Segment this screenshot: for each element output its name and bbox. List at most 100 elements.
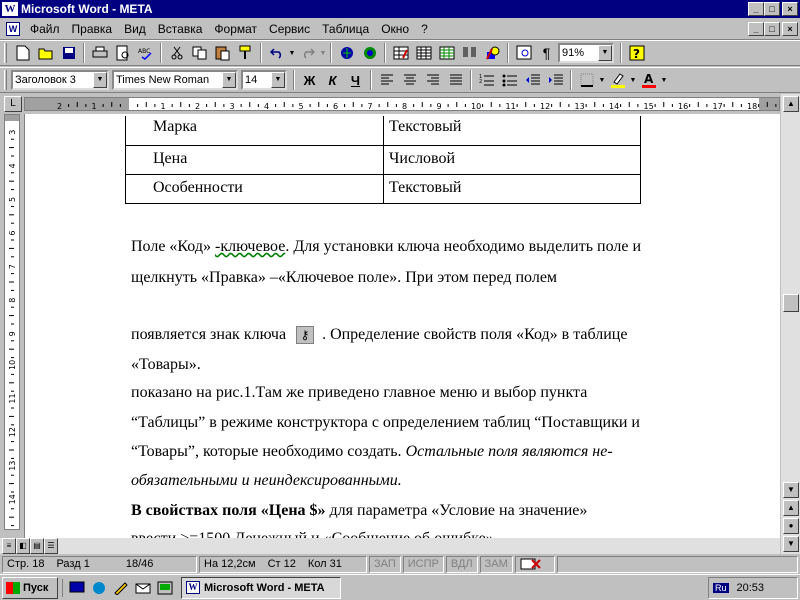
show-hide-icon[interactable]: ¶: [535, 42, 558, 64]
toolbar-grip[interactable]: [4, 70, 7, 90]
chevron-down-icon[interactable]: ▼: [93, 72, 107, 88]
previous-page-button[interactable]: ▲: [783, 500, 799, 516]
normal-view-button[interactable]: ≡: [2, 538, 16, 554]
increase-indent-icon[interactable]: [544, 69, 567, 91]
spelling-status-icon[interactable]: [514, 555, 555, 573]
decrease-indent-icon[interactable]: [521, 69, 544, 91]
channels-icon[interactable]: [155, 579, 175, 597]
new-icon[interactable]: [11, 42, 34, 64]
font-size-select[interactable]: 14 ▼: [241, 70, 287, 90]
chevron-down-icon[interactable]: ▼: [271, 72, 285, 88]
vertical-ruler[interactable]: 3 4 5 6 7 8 9 10 11 12 13 14: [4, 114, 20, 530]
borders-dropdown-icon[interactable]: ▼: [598, 69, 606, 91]
style-select[interactable]: Заголовок 3 ▼: [11, 70, 109, 90]
table-cell[interactable]: Текстовый: [383, 116, 641, 146]
redo-dropdown-icon[interactable]: ▼: [319, 42, 327, 64]
doc-close-button[interactable]: ×: [782, 22, 798, 36]
zoom-select[interactable]: 91% ▼: [558, 43, 614, 63]
scroll-up-button[interactable]: ▲: [783, 96, 799, 112]
explorer-icon[interactable]: [89, 579, 109, 597]
document-icon[interactable]: W: [6, 21, 20, 36]
menu-window[interactable]: Окно: [375, 22, 415, 36]
outlook-icon[interactable]: [133, 579, 153, 597]
menu-format[interactable]: Формат: [208, 22, 263, 36]
insert-excel-icon[interactable]: [435, 42, 458, 64]
table-cell[interactable]: Числовой: [383, 144, 641, 175]
highlight-dropdown-icon[interactable]: ▼: [629, 69, 637, 91]
document-page[interactable]: Марка Текстовый Цена Числовой Особенност…: [24, 114, 780, 538]
tab-stop-selector[interactable]: L: [4, 96, 22, 112]
next-page-button[interactable]: ▼: [783, 536, 799, 552]
start-button[interactable]: Пуск: [2, 576, 58, 599]
edit-icon[interactable]: [111, 579, 131, 597]
table-cell[interactable]: Особенности: [125, 173, 384, 204]
maximize-button[interactable]: □: [764, 2, 780, 16]
menu-edit[interactable]: Правка: [66, 22, 119, 36]
table-cell[interactable]: Марка: [125, 116, 384, 146]
menu-view[interactable]: Вид: [118, 22, 152, 36]
redo-icon[interactable]: [296, 42, 319, 64]
help-icon[interactable]: ?: [625, 42, 648, 64]
clock[interactable]: 20:53: [737, 582, 765, 594]
print-icon[interactable]: [88, 42, 111, 64]
menu-tools[interactable]: Сервис: [263, 22, 316, 36]
status-rec[interactable]: ЗАП: [369, 555, 401, 573]
select-browse-object-button[interactable]: ●: [783, 518, 799, 534]
menu-insert[interactable]: Вставка: [152, 22, 209, 36]
vertical-scrollbar[interactable]: ▲ ▼ ▲ ● ▼: [780, 94, 800, 554]
drawing-icon[interactable]: [481, 42, 504, 64]
menu-table[interactable]: Таблица: [316, 22, 375, 36]
scroll-thumb[interactable]: [783, 294, 799, 312]
save-icon[interactable]: [57, 42, 80, 64]
close-button[interactable]: ×: [782, 2, 798, 16]
numbering-icon[interactable]: 12: [475, 69, 498, 91]
align-right-icon[interactable]: [421, 69, 444, 91]
page-view-button[interactable]: ▤: [30, 538, 44, 554]
doc-minimize-button[interactable]: _: [748, 22, 764, 36]
toolbar-grip[interactable]: [4, 43, 7, 63]
status-trk[interactable]: ИСПР: [402, 555, 444, 573]
table-cell[interactable]: Текстовый: [383, 173, 641, 204]
underline-button[interactable]: Ч: [344, 69, 367, 91]
minimize-button[interactable]: _: [748, 2, 764, 16]
justify-icon[interactable]: [444, 69, 467, 91]
web-toolbar-icon[interactable]: [358, 42, 381, 64]
cut-icon[interactable]: [165, 42, 188, 64]
horizontal-scrollbar[interactable]: ≡ ◧ ▤ ☰: [0, 538, 780, 554]
doc-restore-button[interactable]: □: [764, 22, 780, 36]
columns-icon[interactable]: [458, 42, 481, 64]
hyperlink-icon[interactable]: [335, 42, 358, 64]
print-preview-icon[interactable]: [111, 42, 134, 64]
font-color-dropdown-icon[interactable]: ▼: [660, 69, 668, 91]
menu-file[interactable]: Файл: [24, 22, 66, 36]
chevron-down-icon[interactable]: ▼: [598, 45, 612, 61]
font-color-icon[interactable]: A: [637, 69, 660, 91]
outline-view-button[interactable]: ☰: [44, 538, 58, 554]
show-desktop-icon[interactable]: [67, 579, 87, 597]
format-painter-icon[interactable]: [234, 42, 257, 64]
document-map-icon[interactable]: [512, 42, 535, 64]
insert-table-icon[interactable]: [412, 42, 435, 64]
spelling-icon[interactable]: ABC: [134, 42, 157, 64]
align-center-icon[interactable]: [398, 69, 421, 91]
taskbar-item-word[interactable]: W Microsoft Word - META: [181, 576, 341, 599]
borders-icon[interactable]: [575, 69, 598, 91]
highlight-icon[interactable]: [606, 69, 629, 91]
word-app-icon[interactable]: W: [2, 2, 18, 16]
tables-borders-icon[interactable]: [389, 42, 412, 64]
undo-dropdown-icon[interactable]: ▼: [288, 42, 296, 64]
document-table[interactable]: Марка Текстовый Цена Числовой Особенност…: [125, 116, 641, 204]
italic-button[interactable]: К: [321, 69, 344, 91]
horizontal-ruler[interactable]: 2 1 1 2 3 4 5 6 7 8 9 10 11 12 13 14 15 16 17 18: [24, 97, 780, 111]
web-view-button[interactable]: ◧: [16, 538, 30, 554]
undo-icon[interactable]: [265, 42, 288, 64]
scroll-down-button[interactable]: ▼: [783, 482, 799, 498]
chevron-down-icon[interactable]: ▼: [222, 72, 236, 88]
open-icon[interactable]: [34, 42, 57, 64]
status-ovr[interactable]: ЗАМ: [479, 555, 513, 573]
table-cell[interactable]: Цена: [125, 144, 384, 175]
bold-button[interactable]: Ж: [298, 69, 321, 91]
align-left-icon[interactable]: [375, 69, 398, 91]
bullets-icon[interactable]: [498, 69, 521, 91]
status-ext[interactable]: ВДЛ: [445, 555, 478, 573]
